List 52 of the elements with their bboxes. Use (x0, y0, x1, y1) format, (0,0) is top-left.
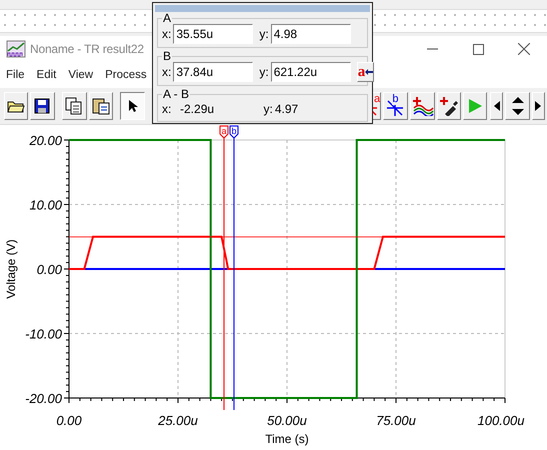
toolbar-button[interactable] (120, 92, 145, 120)
folder-icon (7, 99, 26, 113)
play-icon (467, 98, 484, 114)
x-axis-title: Time (s) (265, 432, 309, 446)
toolbar-button[interactable]: b (383, 92, 408, 120)
x-tick-label: 75.00u (376, 413, 416, 428)
add-curve-icon (412, 96, 434, 116)
window-title: Noname - TR result22 (30, 42, 144, 56)
input-field[interactable]: 37.84u (173, 62, 254, 82)
up-down-arrows-icon (512, 96, 524, 116)
x-tick-label: 50.00u (267, 413, 307, 428)
app-icon (6, 40, 26, 58)
menu-item[interactable]: Process (105, 69, 147, 81)
difference-value: -2.29u (179, 102, 216, 116)
difference-value: 4.97 (274, 102, 300, 116)
y-tick-label: 20.00 (29, 133, 62, 148)
copy-icon (65, 97, 84, 115)
pointer-icon (128, 99, 138, 113)
input-field[interactable]: 35.55u (173, 24, 254, 44)
ref-line-label: a (221, 126, 227, 136)
field-label: x: (162, 102, 172, 116)
y-tick-label: -20.00 (25, 391, 62, 406)
field-label: y: (264, 102, 273, 116)
y-axis-title: Voltage (V) (4, 239, 18, 299)
x-tick-label: 100.00u (478, 413, 524, 428)
menu-item[interactable]: Edit (36, 69, 56, 81)
minimize-icon (426, 48, 438, 50)
y-tick-label: 0.00 (36, 262, 62, 277)
input-field[interactable]: 621.22u (270, 62, 351, 82)
maximize-icon (472, 44, 484, 54)
x-tick-label: 0.00 (56, 413, 82, 428)
x-tick-label: 25.00u (158, 413, 198, 428)
input-field[interactable]: 4.98 (270, 24, 351, 44)
y-tick-label: -10.00 (25, 326, 62, 342)
left-arrow-icon (494, 101, 500, 111)
field-label: x: (162, 27, 172, 41)
group-title: A (162, 13, 172, 24)
group-title: A - B (162, 89, 190, 100)
field-label: x: (162, 65, 172, 79)
field-label: y: (259, 65, 269, 79)
swap-button[interactable]: a (356, 62, 374, 82)
ref-line-label: b (231, 126, 236, 136)
eyedropper-icon (438, 96, 459, 116)
field-label: y: (259, 27, 269, 41)
left-arrow-icon (365, 69, 374, 75)
menu-item[interactable]: File (6, 69, 25, 81)
close-icon (518, 43, 530, 55)
y-tick-label: 10.00 (29, 198, 62, 212)
menu-item[interactable]: View (68, 69, 94, 81)
right-arrow-icon (535, 101, 542, 111)
group-title: B (162, 51, 172, 62)
paste-icon (92, 97, 110, 115)
